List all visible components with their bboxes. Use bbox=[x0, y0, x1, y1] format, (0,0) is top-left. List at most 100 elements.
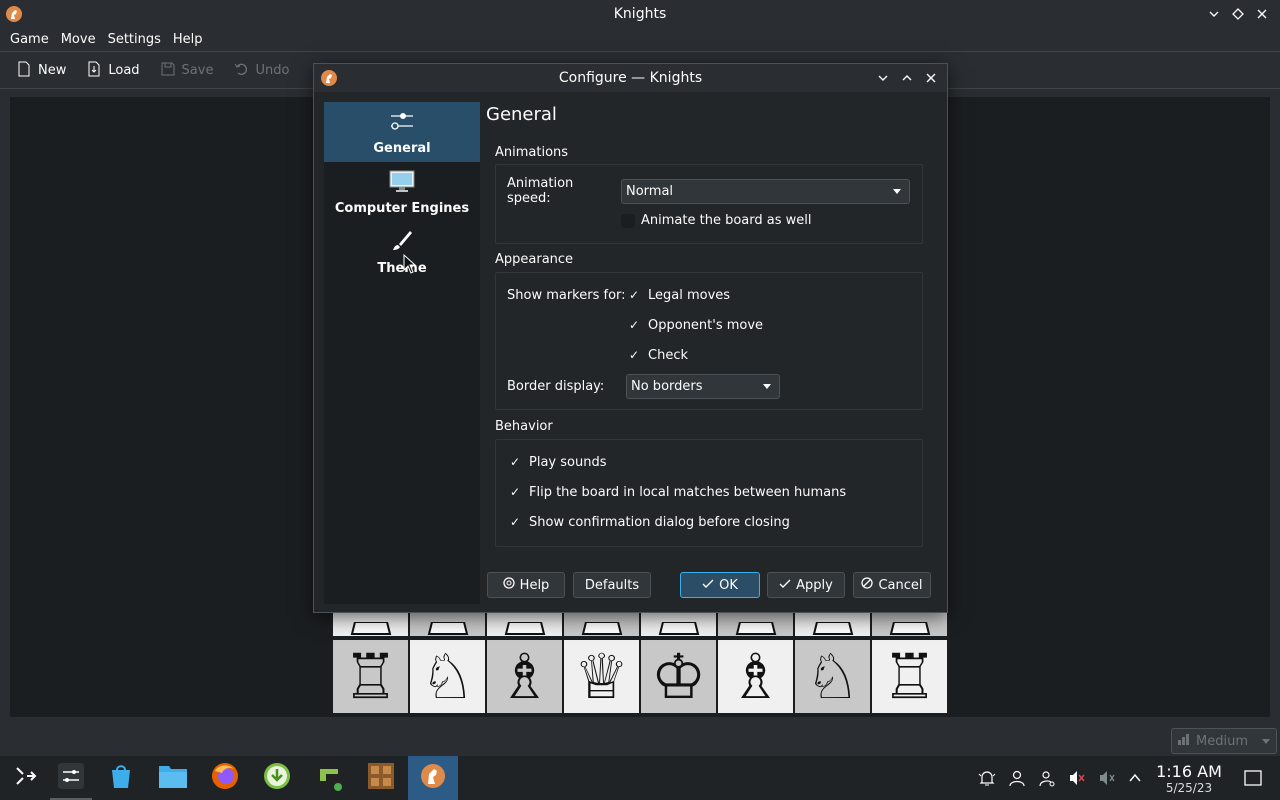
task-dolphin[interactable] bbox=[148, 756, 198, 800]
task-knights[interactable] bbox=[408, 756, 458, 800]
apply-button[interactable]: Apply bbox=[767, 572, 845, 598]
ok-button[interactable]: OK bbox=[680, 572, 760, 598]
knight-piece[interactable]: ♘ bbox=[795, 640, 870, 713]
play-sounds-row[interactable]: ✓ Play sounds bbox=[507, 454, 607, 470]
minimize-button[interactable] bbox=[873, 68, 893, 88]
play-sounds-checkbox[interactable]: ✓ bbox=[507, 454, 523, 470]
brush-icon bbox=[389, 229, 415, 257]
maximize-button[interactable] bbox=[897, 68, 917, 88]
task-system-settings[interactable] bbox=[46, 756, 96, 800]
save-icon bbox=[160, 61, 176, 81]
close-button[interactable] bbox=[1252, 4, 1272, 24]
flip-board-row[interactable]: ✓ Flip the board in local matches betwee… bbox=[507, 484, 846, 500]
cancel-button[interactable]: Cancel bbox=[853, 572, 931, 598]
menu-settings[interactable]: Settings bbox=[102, 32, 167, 47]
close-button[interactable] bbox=[921, 68, 941, 88]
settings-sliders-icon bbox=[57, 762, 85, 794]
app-launcher-button[interactable] bbox=[0, 756, 50, 800]
animations-group-label: Animations bbox=[495, 145, 569, 160]
save-label: Save bbox=[181, 63, 214, 78]
sidebar-item-label: General bbox=[373, 140, 431, 156]
microphone-muted-icon[interactable] bbox=[1095, 766, 1119, 790]
opponents-move-label: Opponent's move bbox=[648, 317, 764, 333]
animate-board-checkbox[interactable] bbox=[621, 213, 635, 228]
clock[interactable]: 1:16 AM 5/25/23 bbox=[1152, 762, 1226, 795]
behavior-group: ✓ Play sounds ✓ Flip the board in local … bbox=[495, 439, 923, 547]
queen-piece[interactable]: ♕ bbox=[564, 640, 639, 713]
sidebar-item-general[interactable]: General bbox=[324, 102, 480, 162]
user-icon[interactable] bbox=[1005, 766, 1029, 790]
config-sidebar: General Computer Engines Theme bbox=[324, 102, 480, 604]
chevron-down-icon bbox=[893, 184, 901, 199]
task-minecraft[interactable] bbox=[356, 756, 406, 800]
check-checkbox[interactable]: ✓ bbox=[626, 347, 642, 363]
king-piece[interactable]: ♔ bbox=[641, 640, 716, 713]
bishop-piece[interactable]: ♗ bbox=[718, 640, 793, 713]
sidebar-item-computer-engines[interactable]: Computer Engines bbox=[324, 162, 480, 222]
rook-piece[interactable]: ♖ bbox=[872, 640, 947, 713]
load-icon bbox=[86, 61, 102, 81]
window-titlebar: Knights bbox=[0, 0, 1280, 28]
monitor-icon bbox=[389, 169, 415, 197]
task-discover[interactable] bbox=[96, 756, 146, 800]
confirm-close-checkbox[interactable]: ✓ bbox=[507, 514, 523, 530]
opponents-move-checkbox[interactable]: ✓ bbox=[626, 317, 642, 333]
crafting-table-icon bbox=[366, 761, 396, 795]
chevron-up-icon[interactable] bbox=[1123, 766, 1147, 790]
border-display-value: No borders bbox=[631, 379, 703, 394]
save-button[interactable]: Save bbox=[150, 56, 224, 86]
undo-label: Undo bbox=[255, 63, 290, 78]
task-downloader[interactable] bbox=[252, 756, 302, 800]
legal-moves-checkbox[interactable]: ✓ bbox=[626, 287, 642, 303]
knight-piece[interactable]: ♘ bbox=[410, 640, 485, 713]
help-label: Help bbox=[519, 577, 550, 593]
window-title: Knights bbox=[613, 6, 667, 22]
menu-game[interactable]: Game bbox=[4, 32, 55, 47]
quality-combo[interactable]: Medium bbox=[1171, 728, 1277, 754]
menu-help[interactable]: Help bbox=[167, 32, 209, 47]
signal-bars-icon bbox=[1178, 733, 1190, 749]
chevron-down-icon bbox=[763, 379, 771, 394]
border-display-combo[interactable]: No borders bbox=[626, 374, 780, 399]
animation-speed-combo[interactable]: Normal bbox=[621, 178, 910, 204]
opponents-move-row[interactable]: ✓ Opponent's move bbox=[626, 317, 763, 333]
chevron-down-icon bbox=[1262, 734, 1270, 749]
dialog-title: Configure — Knights bbox=[558, 70, 703, 86]
task-firefox[interactable] bbox=[200, 756, 250, 800]
store-bag-icon bbox=[107, 762, 135, 794]
behavior-group-label: Behavior bbox=[495, 419, 553, 434]
play-sounds-label: Play sounds bbox=[529, 454, 607, 470]
minimize-button[interactable] bbox=[1204, 4, 1224, 24]
task-game-app[interactable] bbox=[304, 756, 354, 800]
mouse-cursor-icon bbox=[403, 253, 417, 278]
bishop-piece[interactable]: ♗ bbox=[487, 640, 562, 713]
flip-board-checkbox[interactable]: ✓ bbox=[507, 484, 523, 500]
user-switch-icon[interactable] bbox=[1035, 766, 1059, 790]
load-button[interactable]: Load bbox=[76, 56, 149, 86]
rook-piece[interactable]: ♖ bbox=[333, 640, 408, 713]
new-button[interactable]: New bbox=[6, 56, 76, 86]
defaults-button[interactable]: Defaults bbox=[573, 572, 651, 598]
check-row[interactable]: ✓ Check bbox=[626, 347, 688, 363]
show-desktop-icon[interactable] bbox=[1241, 766, 1265, 790]
knights-app-icon bbox=[320, 69, 338, 91]
volume-muted-icon[interactable] bbox=[1065, 766, 1089, 790]
notifications-icon[interactable] bbox=[975, 766, 999, 790]
animate-board-row[interactable]: Animate the board as well bbox=[621, 213, 811, 228]
undo-button[interactable]: Undo bbox=[223, 56, 299, 86]
new-label: New bbox=[38, 63, 67, 78]
taskbar: 1:16 AM 5/25/23 bbox=[0, 756, 1280, 800]
animation-speed-label: Animation speed: bbox=[507, 176, 574, 206]
maximize-button[interactable] bbox=[1228, 4, 1248, 24]
help-button[interactable]: Help bbox=[487, 572, 565, 598]
appearance-group: Show markers for: ✓ Legal moves ✓ Oppone… bbox=[495, 272, 923, 410]
animations-group: Animation speed: Normal Animate the boar… bbox=[495, 164, 923, 244]
undo-icon bbox=[233, 61, 249, 81]
legal-moves-label[interactable]: Legal moves bbox=[648, 288, 730, 303]
markers-label: Show markers for: bbox=[507, 287, 626, 303]
confirm-close-row[interactable]: ✓ Show confirmation dialog before closin… bbox=[507, 514, 790, 530]
menu-move[interactable]: Move bbox=[55, 32, 102, 47]
sidebar-item-theme[interactable]: Theme bbox=[324, 222, 480, 282]
border-display-label: Border display: bbox=[507, 379, 605, 394]
sliders-icon bbox=[389, 109, 415, 137]
